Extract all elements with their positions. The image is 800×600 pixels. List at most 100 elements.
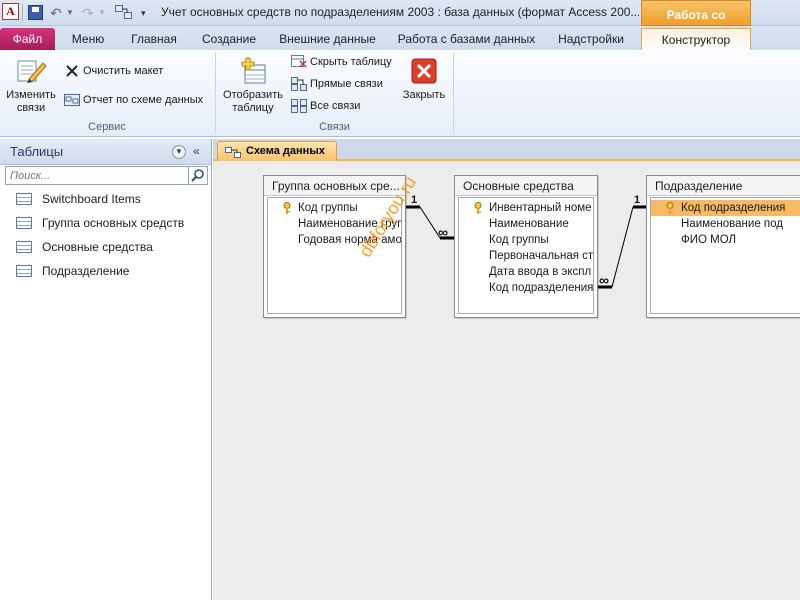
hide-table-icon: [291, 55, 307, 69]
relationship-one-label: 1: [634, 194, 641, 206]
field-row[interactable]: Код группы: [459, 232, 593, 248]
field-name: Код группы: [489, 234, 549, 246]
edit-relationships-label-2: связи: [16, 102, 46, 114]
field-name: Первоначальная ст: [489, 250, 593, 262]
show-table-button[interactable]: Отобразить таблицу: [220, 52, 286, 115]
table-icon: [16, 265, 32, 277]
edit-relationships-icon: [15, 55, 47, 87]
relationship-many-label: ∞: [438, 224, 448, 240]
field-row-selected[interactable]: Код подразделения: [651, 200, 800, 216]
field-name: Код подразделения: [489, 282, 593, 294]
primary-key-icon: [666, 202, 674, 214]
field-row[interactable]: Первоначальная ст: [459, 248, 593, 264]
tab-addins[interactable]: Надстройки: [549, 28, 633, 50]
nav-search-input[interactable]: [5, 166, 189, 185]
ribbon: Изменить связи Очистить макет Отчет по с…: [0, 50, 800, 137]
table-box-fixed-assets[interactable]: Основные средства Инвентарный номе Наиме…: [454, 175, 598, 318]
tab-menu[interactable]: Меню: [62, 28, 114, 50]
hide-table-button[interactable]: Скрыть таблицу: [291, 52, 392, 72]
table-box-title[interactable]: Группа основных сре...: [264, 176, 405, 196]
nav-item-label: Группа основных средств: [42, 216, 185, 230]
edit-relationships-button[interactable]: Изменить связи: [2, 52, 60, 115]
nav-menu-dropdown-icon[interactable]: ▼: [172, 145, 186, 159]
access-app-icon[interactable]: A: [2, 3, 19, 20]
tab-create[interactable]: Создание: [193, 28, 265, 50]
nav-item-label: Switchboard Items: [42, 192, 141, 206]
tab-external-data[interactable]: Внешние данные: [272, 28, 383, 50]
close-icon: [408, 55, 440, 87]
clear-x-icon: [64, 64, 80, 78]
tab-home[interactable]: Главная: [122, 28, 186, 50]
field-name: Код группы: [298, 202, 358, 214]
field-row[interactable]: Инвентарный номе: [459, 200, 593, 216]
group-label-service: Сервис: [88, 121, 126, 133]
show-table-icon: [237, 55, 269, 87]
table-icon: [16, 193, 32, 205]
table-icon: [16, 217, 32, 229]
nav-title[interactable]: Таблицы: [10, 144, 63, 159]
relationship-report-button[interactable]: Отчет по схеме данных: [64, 90, 203, 110]
window-title: Учет основных средств по подразделениям …: [161, 5, 639, 19]
table-box-title[interactable]: Подразделение: [647, 176, 800, 196]
group-label-relations: Связи: [319, 121, 350, 133]
show-table-label-1: Отобразить: [223, 89, 283, 101]
field-name: Код подразделения: [681, 202, 786, 214]
nav-item-switchboard-items[interactable]: Switchboard Items: [0, 187, 211, 211]
nav-item-asset-group[interactable]: Группа основных средств: [0, 211, 211, 235]
close-label: Закрыть: [402, 89, 446, 101]
nav-header: Таблицы ▼ «: [0, 139, 211, 165]
relationships-qat-icon[interactable]: [115, 5, 132, 20]
undo-dropdown-icon[interactable]: ▼: [66, 4, 74, 22]
primary-key-icon: [474, 202, 482, 214]
primary-key-icon: [283, 202, 291, 214]
field-row[interactable]: Дата ввода в экспл: [459, 264, 593, 280]
redo-dropdown-icon[interactable]: ▼: [98, 4, 106, 22]
hide-table-label: Скрыть таблицу: [310, 56, 392, 68]
group-separator: [453, 52, 454, 134]
redo-icon[interactable]: ↷: [82, 4, 94, 22]
clear-layout-button[interactable]: Очистить макет: [64, 61, 163, 81]
close-relationships-button[interactable]: Закрыть: [398, 52, 450, 102]
direct-relationships-icon: [291, 77, 307, 92]
nav-item-fixed-assets[interactable]: Основные средства: [0, 235, 211, 259]
show-table-label-2: таблицу: [232, 102, 274, 114]
customize-qat-icon[interactable]: ▾: [141, 4, 146, 22]
direct-relationships-label: Прямые связи: [310, 78, 383, 90]
nav-item-label: Подразделение: [42, 264, 130, 278]
field-name: Наименование: [489, 218, 569, 230]
context-tab-header: Работа со связями: [641, 0, 751, 50]
table-box-title[interactable]: Основные средства: [455, 176, 597, 196]
field-row[interactable]: Наименование под: [651, 216, 800, 232]
table-box-department[interactable]: Подразделение Код подразделения Наименов…: [646, 175, 800, 318]
relationships-canvas[interactable]: Группа основных сре... Код группы Наимен…: [213, 163, 800, 600]
field-name: Дата ввода в экспл: [489, 266, 592, 278]
ribbon-tab-row: Файл Меню Главная Создание Внешние данны…: [0, 26, 800, 50]
tab-design[interactable]: Конструктор: [641, 28, 751, 50]
nav-collapse-icon[interactable]: «: [193, 144, 200, 158]
undo-icon[interactable]: ↶: [50, 4, 62, 22]
save-icon[interactable]: [28, 5, 43, 20]
tab-relationships-document[interactable]: Схема данных: [217, 141, 337, 161]
direct-relationships-button[interactable]: Прямые связи: [291, 74, 383, 94]
tab-database-tools[interactable]: Работа с базами данных: [392, 28, 541, 50]
field-list: Инвентарный номе Наименование Код группы…: [458, 197, 594, 314]
field-row[interactable]: Наименование: [459, 216, 593, 232]
field-name: Наименование под: [681, 218, 783, 230]
nav-item-department[interactable]: Подразделение: [0, 259, 211, 283]
search-icon[interactable]: [189, 166, 208, 185]
nav-item-label: Основные средства: [42, 240, 153, 254]
all-relationships-button[interactable]: Все связи: [291, 96, 360, 116]
all-relationships-label: Все связи: [310, 100, 361, 112]
document-area: Схема данных Группа основных сре... Код …: [213, 139, 800, 600]
relationship-report-label: Отчет по схеме данных: [83, 94, 204, 106]
field-row[interactable]: ФИО МОЛ: [651, 232, 800, 248]
qat-separator: [22, 4, 23, 21]
field-row[interactable]: Код подразделения: [459, 280, 593, 296]
document-tab-label: Схема данных: [246, 145, 325, 157]
clear-layout-label: Очистить макет: [83, 65, 164, 77]
tab-file[interactable]: Файл: [0, 28, 55, 50]
relationship-many-label: ∞: [599, 272, 609, 288]
table-icon: [16, 241, 32, 253]
table-box-asset-group[interactable]: Группа основных сре... Код группы Наимен…: [263, 175, 406, 318]
report-icon: [64, 93, 80, 107]
